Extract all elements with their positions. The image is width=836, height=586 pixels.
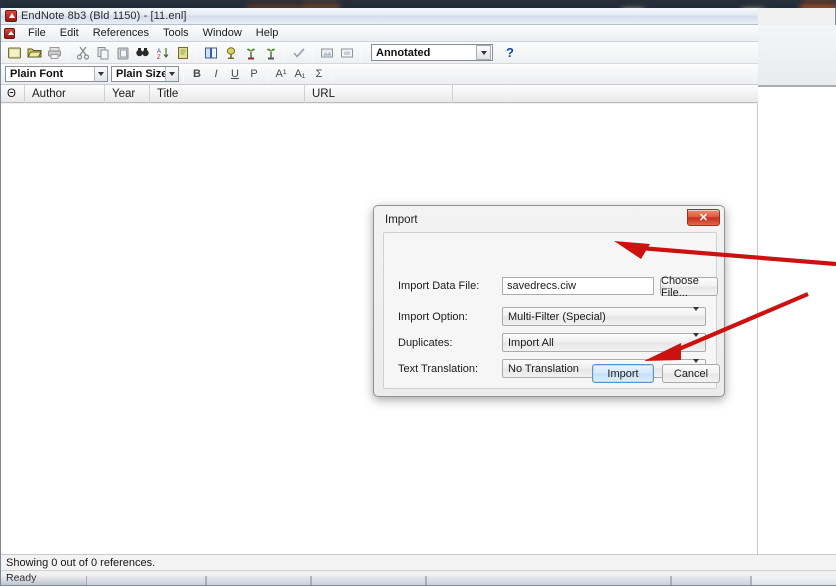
font-combo-value: Plain Font (10, 68, 64, 80)
import-data-file-input[interactable]: savedrecs.ciw (502, 277, 654, 295)
import-button[interactable]: Import (592, 364, 654, 383)
font-size-combo[interactable]: Plain Size (111, 66, 179, 82)
insert-object-icon[interactable] (337, 43, 356, 62)
paste-icon[interactable] (113, 43, 132, 62)
text-translation-value: No Translation (508, 362, 579, 375)
toolbar-separator (68, 45, 69, 60)
endnote-main-window: EndNote 8b3 (Bld 1150) - [11.enl] File E… (0, 8, 836, 586)
status-bar-showing: Showing 0 out of 0 references. (1, 554, 836, 570)
bold-button[interactable]: B (188, 66, 206, 83)
toolbar-separator (332, 66, 333, 82)
desktop-strip (0, 0, 836, 5)
import-option-label: Import Option: (398, 310, 468, 323)
font-combo[interactable]: Plain Font (5, 66, 108, 82)
attachment-column[interactable]: Θ (1, 84, 25, 103)
cut-icon[interactable] (73, 43, 92, 62)
menu-item-window[interactable]: Window (197, 26, 248, 40)
toolbar-separator (312, 45, 313, 60)
open-library-icon[interactable] (25, 43, 44, 62)
print-icon[interactable] (45, 43, 64, 62)
svg-text:Z: Z (157, 55, 161, 60)
subscript-button[interactable]: A₁ (291, 66, 309, 83)
duplicates-row: Duplicates: Import All (398, 332, 706, 352)
import-option-select[interactable]: Multi-Filter (Special) (502, 306, 706, 326)
format-bibliography-icon[interactable] (289, 43, 308, 62)
toolbar-separator (360, 45, 361, 60)
endnote-app-icon (5, 10, 17, 22)
chevron-down-icon[interactable] (94, 67, 107, 81)
new-library-icon[interactable] (5, 43, 24, 62)
window-title-bar: EndNote 8b3 (Bld 1150) - [11.enl] (1, 8, 758, 25)
plain-button[interactable]: P (245, 66, 263, 83)
search-references-icon[interactable] (133, 43, 152, 62)
choose-file-button[interactable]: Choose File... (660, 275, 718, 299)
new-reference-icon[interactable] (173, 43, 192, 62)
import-option-value: Multi-Filter (Special) (508, 310, 606, 323)
spacer-column (453, 85, 758, 103)
chevron-down-icon[interactable] (476, 45, 491, 60)
chevron-down-icon[interactable] (693, 332, 699, 349)
superscript-button[interactable]: A¹ (272, 66, 290, 83)
connect-online-icon[interactable] (221, 43, 240, 62)
document-icon[interactable] (4, 27, 15, 39)
title-column[interactable]: Title (150, 84, 305, 103)
output-style-combo[interactable]: Annotated (371, 44, 493, 61)
menu-item-help[interactable]: Help (250, 26, 285, 40)
online-search-icon[interactable] (241, 43, 260, 62)
import-dialog-body: Import Data File: savedrecs.ciw Choose F… (383, 232, 720, 389)
duplicates-label: Duplicates: (398, 336, 453, 349)
url-column[interactable]: URL (305, 84, 453, 103)
text-translation-row: Text Translation: No Translation (398, 358, 706, 378)
cancel-button[interactable]: Cancel (662, 364, 720, 383)
italic-button[interactable]: I (207, 66, 225, 83)
duplicates-select[interactable]: Import All (502, 332, 706, 352)
insert-picture-icon[interactable] (317, 43, 336, 62)
menu-bar: File Edit References Tools Window Help (1, 25, 835, 42)
main-toolbar: AZ Annotated ? (1, 42, 835, 64)
toolbar-separator (196, 45, 197, 60)
toolbar-separator (284, 45, 285, 60)
import-dialog-title: Import (385, 214, 418, 226)
menu-item-references[interactable]: References (87, 26, 155, 40)
import-data-file-label: Import Data File: (398, 280, 480, 292)
year-column[interactable]: Year (105, 84, 150, 103)
text-translation-label: Text Translation: (398, 362, 479, 375)
status-showing-text: Showing 0 out of 0 references. (6, 556, 156, 569)
format-toolbar: Plain Font Plain Size B I U P A¹ A₁ Σ (1, 64, 835, 85)
menu-item-edit[interactable]: Edit (54, 26, 85, 40)
import-option-row: Import Option: Multi-Filter (Special) (398, 306, 706, 326)
help-button[interactable]: ? (502, 45, 518, 60)
show-all-references-icon[interactable] (201, 43, 220, 62)
toolbar-separator (267, 66, 268, 82)
import-dialog: Import ✕ Import Data File: savedrecs.ciw… (373, 205, 725, 397)
import-data-file-row: Import Data File: savedrecs.ciw (398, 277, 654, 295)
chevron-down-icon[interactable] (165, 67, 178, 81)
duplicates-value: Import All (508, 336, 554, 349)
chevron-down-icon[interactable] (693, 306, 699, 323)
menu-item-file[interactable]: File (22, 26, 52, 40)
author-column[interactable]: Author (25, 84, 105, 103)
menu-item-tools[interactable]: Tools (157, 26, 195, 40)
window-right-gutter-top (758, 25, 836, 87)
underline-button[interactable]: U (226, 66, 244, 83)
output-style-value: Annotated (376, 46, 431, 59)
window-title: EndNote 8b3 (Bld 1150) - [11.enl] (21, 10, 187, 22)
reference-list-header: Θ Author Year Title URL (1, 84, 758, 103)
sort-library-icon[interactable]: AZ (153, 43, 172, 62)
import-dialog-title-bar: Import ✕ (377, 209, 721, 231)
close-icon[interactable]: ✕ (687, 209, 720, 226)
copy-icon[interactable] (93, 43, 112, 62)
status-ready-text: Ready (6, 572, 37, 584)
window-right-gutter (758, 25, 836, 562)
status-bar-ready: Ready (1, 570, 836, 585)
symbol-button[interactable]: Σ (310, 66, 328, 83)
font-size-combo-value: Plain Size (116, 68, 168, 80)
remote-search-icon[interactable] (261, 43, 280, 62)
toolbar-separator (183, 66, 184, 82)
